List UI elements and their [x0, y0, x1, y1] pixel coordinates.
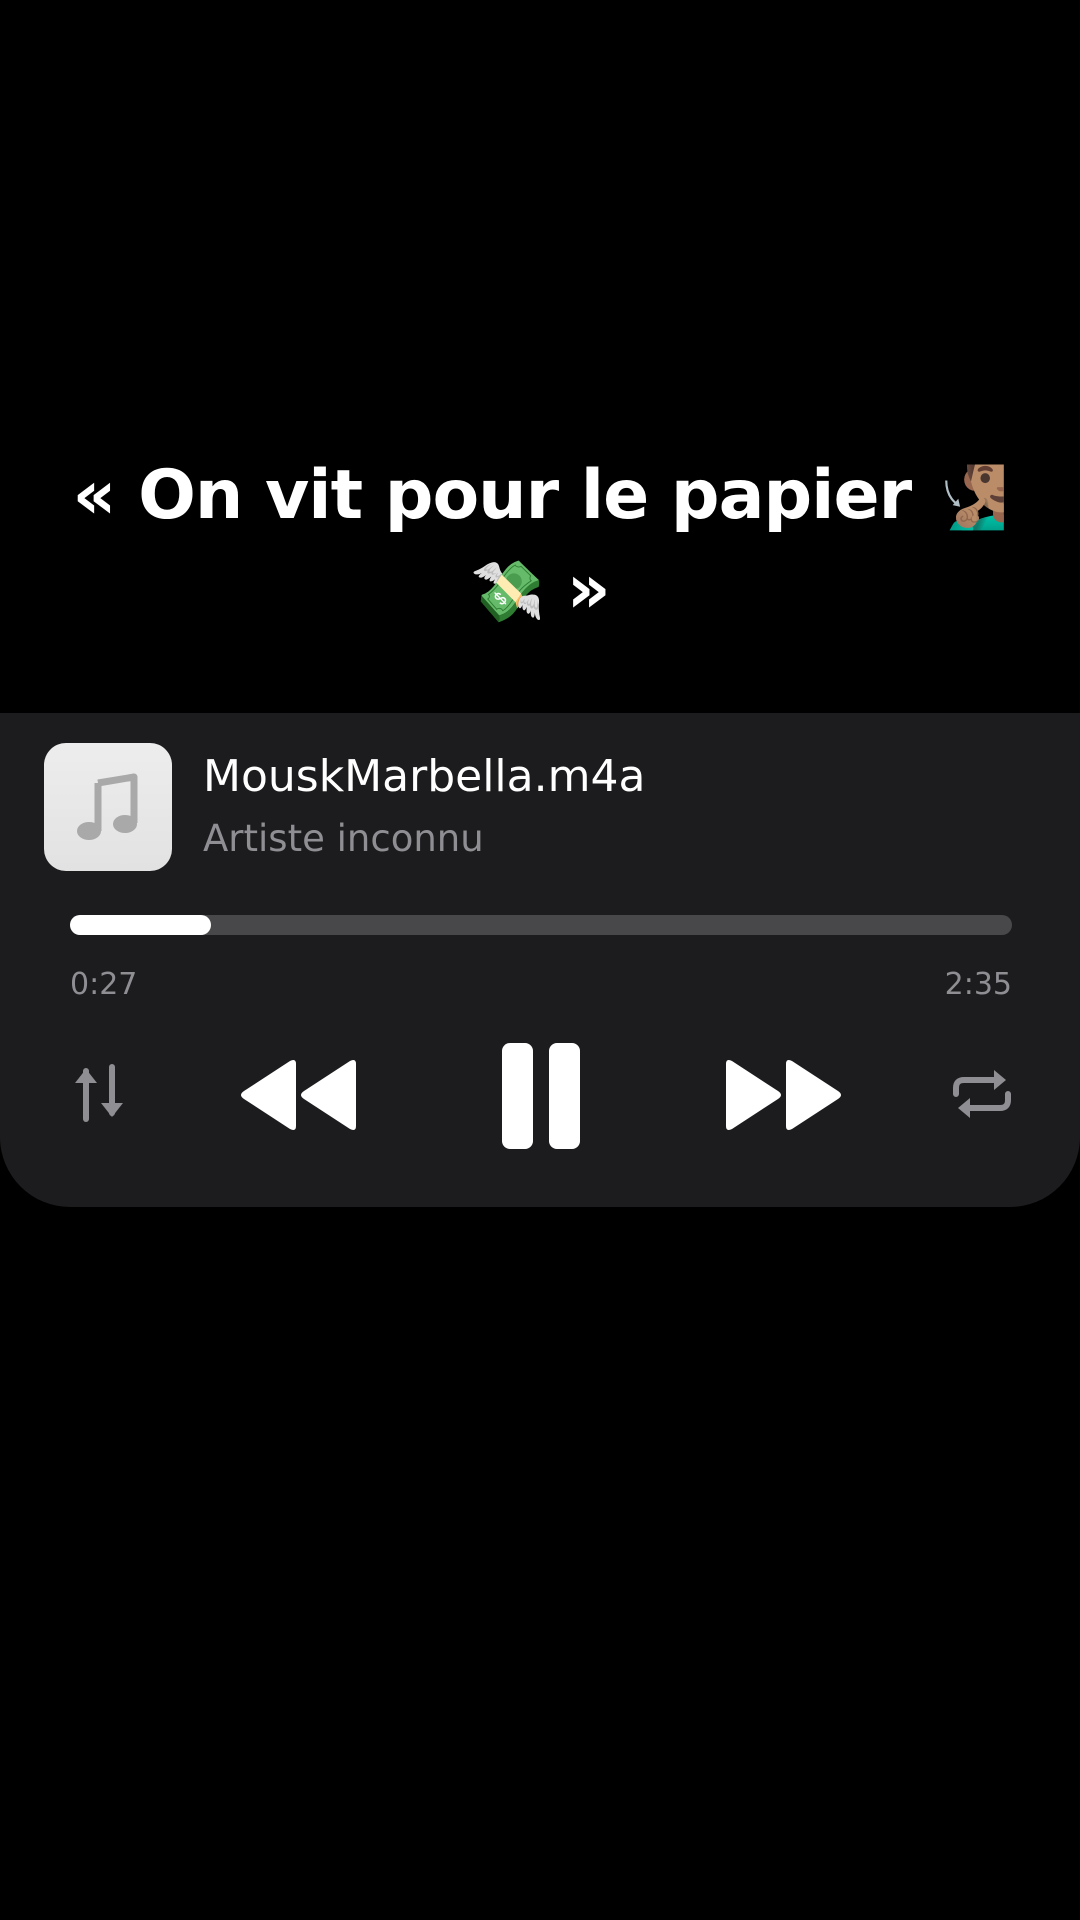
screen: « On vit pour le papier 🧏🏽‍♂️ 💸 » MouskM… — [0, 0, 1080, 1920]
caption-text: « On vit pour le papier — [72, 456, 912, 535]
progress-bar[interactable] — [70, 915, 1012, 935]
total-duration: 2:35 — [944, 967, 1012, 1002]
track-artist: Artiste inconnu — [203, 817, 484, 860]
up-down-arrows-icon — [75, 1064, 123, 1122]
pause-button[interactable] — [502, 1043, 582, 1149]
album-artwork — [44, 743, 172, 871]
pause-icon — [502, 1043, 580, 1149]
rewind-button[interactable] — [238, 1058, 360, 1132]
fast-forward-icon — [726, 1060, 841, 1130]
now-playing-panel: MouskMarbella.m4a Artiste inconnu 0:27 2… — [0, 713, 1080, 1207]
caption-closing-quote: » — [566, 550, 611, 629]
shuffle-order-button[interactable] — [72, 1063, 128, 1123]
rewind-icon — [241, 1060, 356, 1130]
progress-fill — [70, 915, 212, 935]
repeat-button[interactable] — [950, 1068, 1014, 1120]
deaf-person-emoji: 🧏🏽‍♂️ — [933, 463, 1009, 533]
caption-overlay: « On vit pour le papier 🧏🏽‍♂️ 💸 » — [60, 450, 1020, 638]
money-with-wings-emoji: 💸 — [470, 557, 545, 627]
elapsed-time: 0:27 — [70, 967, 138, 1002]
track-title: MouskMarbella.m4a — [203, 751, 646, 802]
fast-forward-button[interactable] — [722, 1058, 844, 1132]
repeat-icon — [953, 1070, 1011, 1118]
music-note-icon — [77, 773, 138, 840]
